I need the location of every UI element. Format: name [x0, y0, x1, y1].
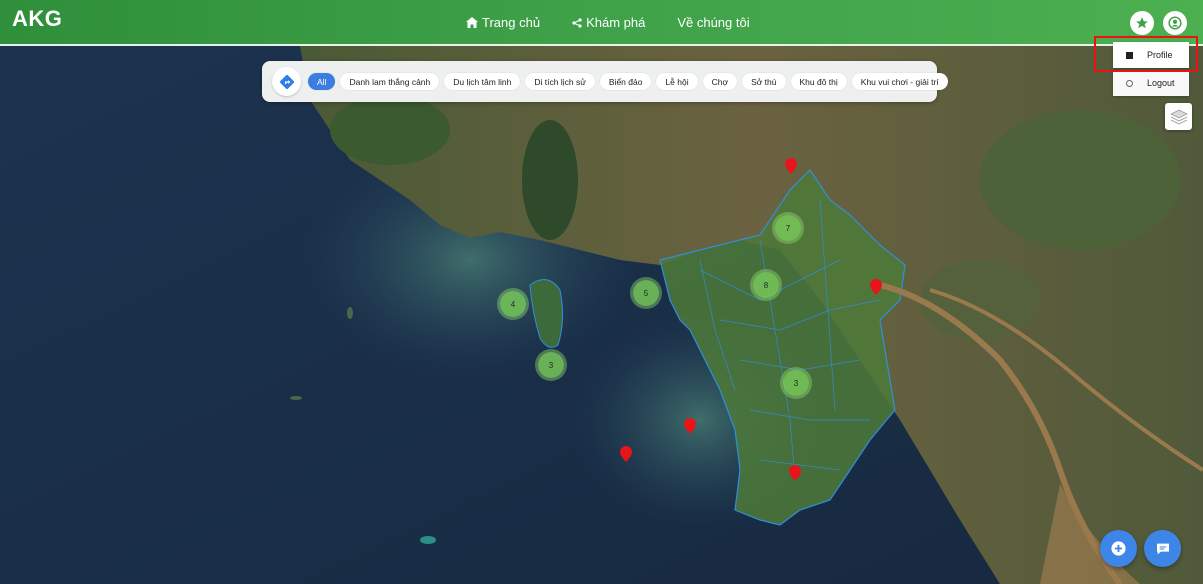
filter-chip-zoo[interactable]: Sở thú	[742, 73, 786, 90]
filter-chip-festivals[interactable]: Lễ hội	[656, 73, 698, 90]
app-logo[interactable]: AKG	[12, 6, 62, 32]
map-cluster[interactable]: 3	[538, 352, 564, 378]
nav-about-label: Về chúng tôi	[677, 15, 750, 30]
nav-about[interactable]: Về chúng tôi	[677, 15, 749, 30]
profile-icon	[1126, 51, 1133, 59]
nav-explore-label: Khám phá	[586, 15, 646, 30]
map-pin-icon[interactable]	[620, 446, 632, 462]
top-header: AKG Trang chủ Khám phá Về chúng tôi	[0, 0, 1203, 46]
chat-button[interactable]	[1144, 530, 1181, 567]
share-icon	[572, 17, 582, 28]
filter-chip-historic[interactable]: Di tích lịch sử	[525, 73, 595, 90]
filter-chip-markets[interactable]: Chợ	[702, 73, 738, 90]
filter-chip-all[interactable]: All	[308, 73, 336, 90]
logout-icon	[1126, 79, 1133, 87]
star-icon	[1136, 17, 1148, 29]
filter-chips: All Danh lam thắng cảnh Du lịch tâm linh…	[308, 73, 948, 90]
directions-icon	[279, 74, 294, 89]
user-icon	[1168, 16, 1182, 30]
chat-icon	[1156, 543, 1169, 554]
map-layers-button[interactable]	[1165, 103, 1192, 130]
add-place-button[interactable]	[1100, 530, 1137, 567]
nav-home-label: Trang chủ	[482, 15, 541, 30]
category-filter-bar: All Danh lam thắng cảnh Du lịch tâm linh…	[262, 61, 948, 102]
nav-explore[interactable]: Khám phá	[572, 15, 645, 30]
map-cluster[interactable]: 5	[633, 280, 659, 306]
menu-item-logout-label: Logout	[1147, 78, 1175, 88]
map-cluster[interactable]: 8	[753, 272, 779, 298]
filter-chip-spiritual[interactable]: Du lịch tâm linh	[444, 73, 521, 90]
nav-home[interactable]: Trang chủ	[466, 15, 540, 30]
menu-item-logout[interactable]: Logout	[1113, 70, 1189, 96]
main-nav: Trang chủ Khám phá Về chúng tôi	[466, 15, 750, 30]
layers-icon	[1169, 109, 1188, 125]
map-cluster[interactable]: 7	[775, 215, 801, 241]
home-icon	[466, 17, 478, 28]
map-pin-icon[interactable]	[785, 158, 797, 174]
filter-chip-entertainment[interactable]: Khu vui chơi - giải trí	[851, 73, 948, 90]
map-cluster[interactable]: 4	[500, 291, 526, 317]
filter-chip-scenic[interactable]: Danh lam thắng cảnh	[340, 73, 440, 90]
plus-circle-icon	[1111, 541, 1126, 556]
menu-item-profile[interactable]: Profile	[1113, 42, 1189, 68]
menu-item-profile-label: Profile	[1147, 50, 1173, 60]
favorites-button[interactable]	[1130, 11, 1154, 35]
map-pin-icon[interactable]	[870, 279, 882, 295]
directions-button[interactable]	[272, 67, 301, 96]
filter-chip-urban[interactable]: Khu đô thị	[790, 73, 847, 90]
user-menu-button[interactable]	[1163, 11, 1187, 35]
map-pin-icon[interactable]	[684, 418, 696, 434]
user-dropdown-menu: Profile Logout	[1113, 40, 1189, 98]
map-cluster[interactable]: 3	[783, 370, 809, 396]
filter-chip-islands[interactable]: Biển đảo	[599, 73, 652, 90]
map-pin-icon[interactable]	[789, 465, 801, 481]
